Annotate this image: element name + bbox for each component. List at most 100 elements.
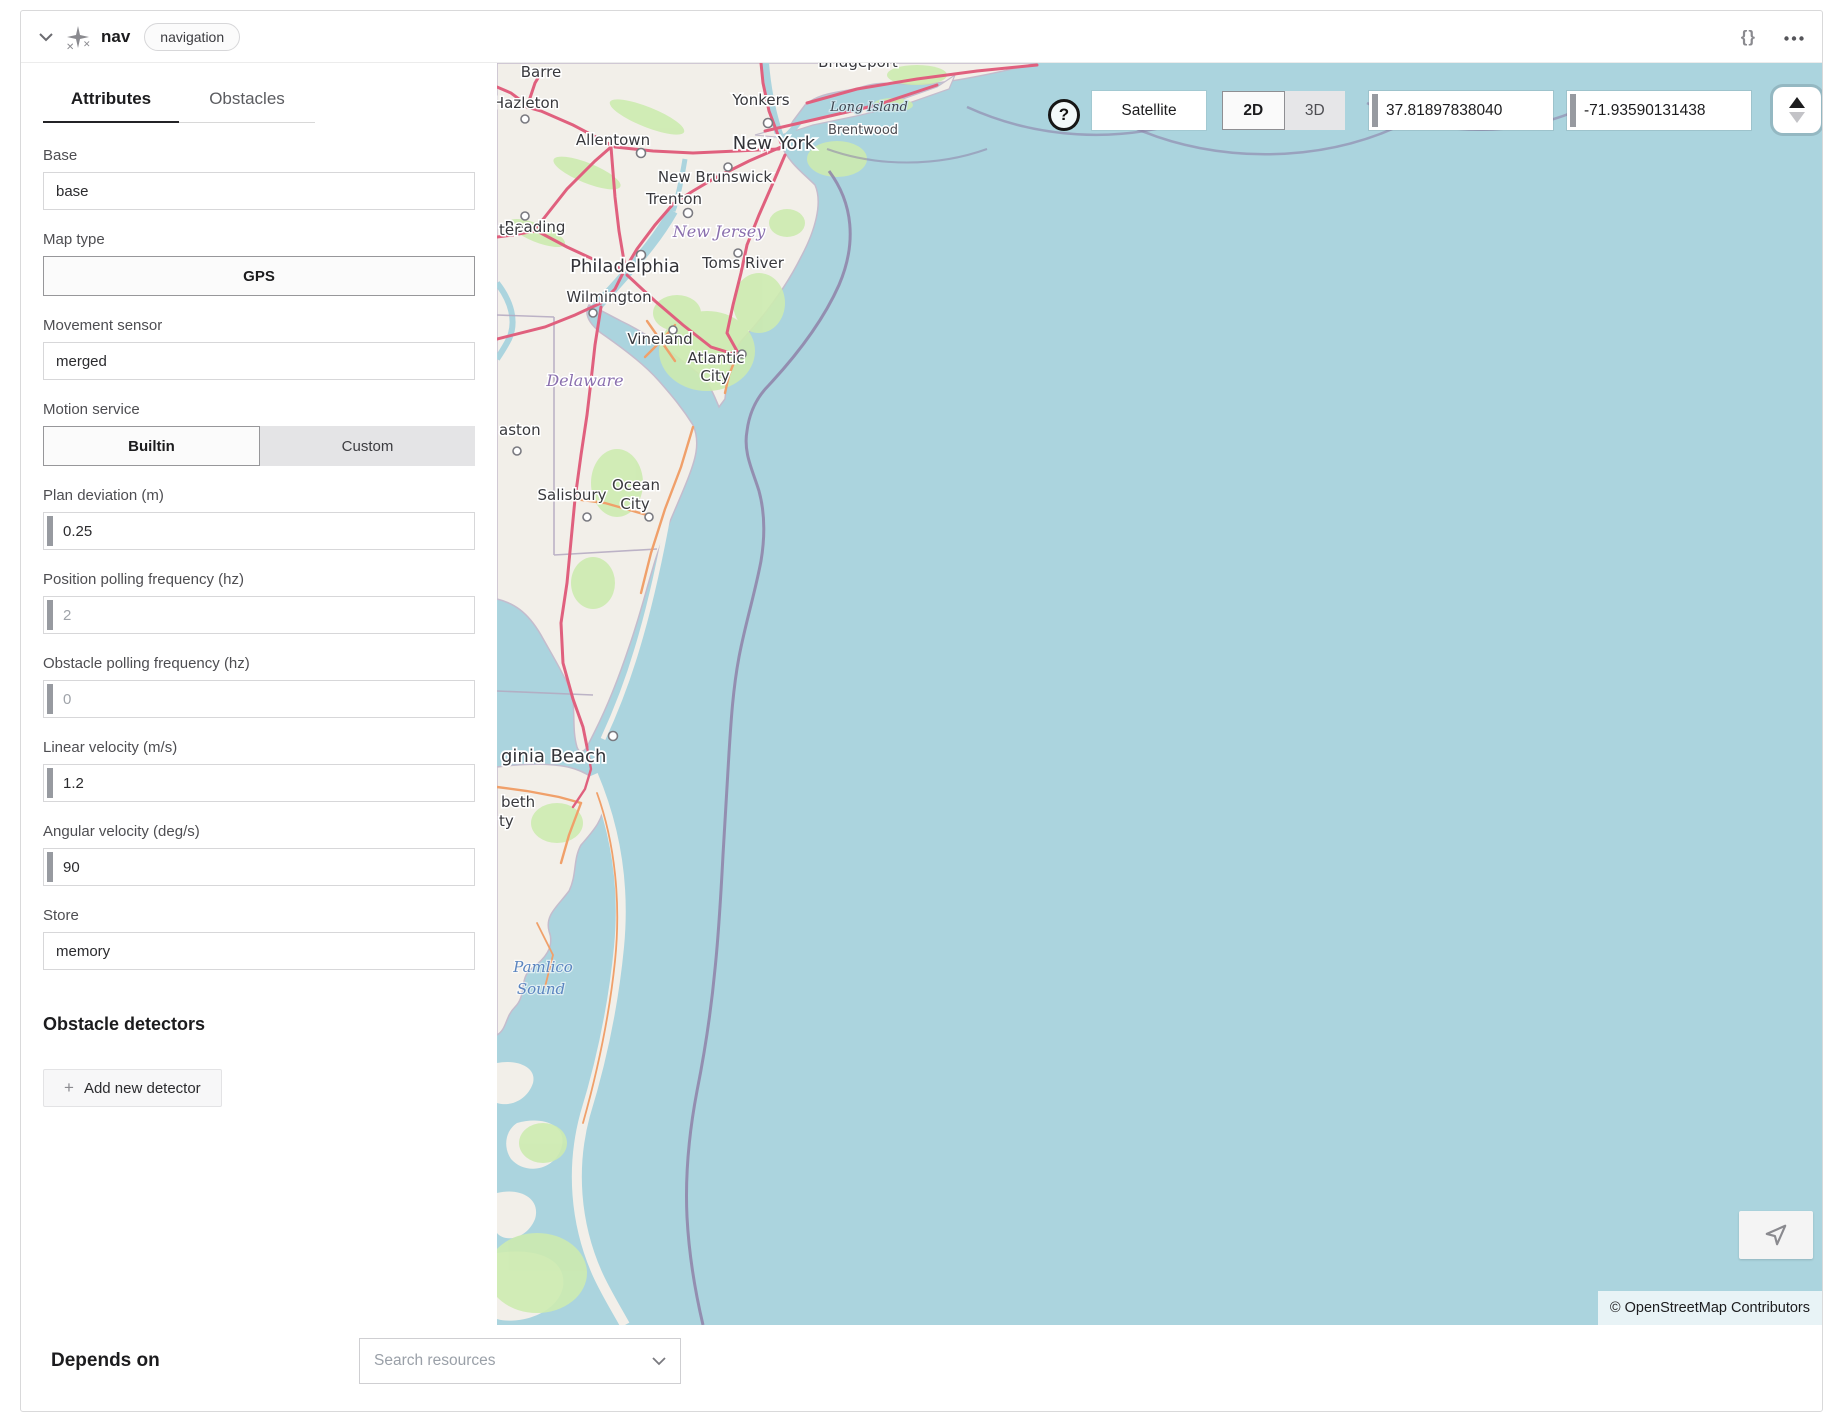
svg-text:ter: ter — [499, 221, 521, 239]
help-icon[interactable]: ? — [1048, 99, 1080, 131]
field-movement-sensor: Movement sensor — [43, 317, 475, 380]
map-canvas[interactable]: Barre Hazleton Allentown Yonkers New Yor… — [497, 63, 1822, 1325]
plan-deviation-label: Plan deviation (m) — [43, 487, 475, 504]
svg-text:Hazleton: Hazleton — [497, 94, 559, 112]
map-dimension-toggle: 2D 3D — [1222, 91, 1345, 130]
svg-text:beth: beth — [501, 793, 535, 811]
add-detector-label: Add new detector — [84, 1080, 201, 1097]
svg-text:Salisbury: Salisbury — [538, 486, 607, 504]
longitude-input[interactable] — [1576, 91, 1751, 130]
store-label: Store — [43, 907, 475, 924]
chevron-down-icon — [652, 1353, 666, 1369]
map-type-label: Map type — [43, 231, 475, 248]
map-type-gps-button[interactable]: GPS — [43, 256, 475, 296]
svg-text:Delaware: Delaware — [545, 371, 623, 390]
obstacle-polling-input[interactable] — [53, 681, 474, 717]
svg-text:Philadelphia: Philadelphia — [570, 256, 680, 277]
tab-attributes[interactable]: Attributes — [43, 79, 179, 123]
depends-on-dropdown[interactable]: Search resources — [359, 1338, 681, 1384]
field-map-type: Map type GPS — [43, 231, 475, 296]
svg-text:New Jersey: New Jersey — [672, 222, 766, 241]
motion-service-segmented: Builtin Custom — [43, 426, 475, 466]
svg-text:✕: ✕ — [83, 39, 91, 49]
more-menu-icon[interactable] — [1784, 28, 1804, 45]
longitude-field — [1567, 91, 1751, 130]
locate-button[interactable] — [1739, 1211, 1813, 1259]
svg-text:ginia Beach: ginia Beach — [501, 746, 606, 767]
svg-text:✕: ✕ — [66, 42, 74, 50]
svg-text:Atlantic: Atlantic — [687, 349, 744, 367]
resource-name: nav — [101, 27, 130, 47]
depends-on-heading: Depends on — [51, 1350, 359, 1372]
field-obstacle-polling: Obstacle polling frequency (hz) — [43, 655, 475, 718]
obstacle-polling-label: Obstacle polling frequency (hz) — [43, 655, 475, 672]
motion-service-custom-option[interactable]: Custom — [260, 426, 475, 466]
movement-sensor-label: Movement sensor — [43, 317, 475, 334]
plus-icon: + — [64, 1078, 74, 1098]
add-detector-button[interactable]: + Add new detector — [43, 1069, 222, 1107]
svg-text:Wilmington: Wilmington — [566, 288, 651, 306]
mode-2d-button[interactable]: 2D — [1222, 91, 1285, 130]
plan-deviation-input[interactable] — [53, 513, 474, 549]
panel-tabs: Attributes Obstacles — [43, 79, 475, 123]
config-panel: Attributes Obstacles Base Map type GPS M… — [21, 63, 497, 1325]
motion-service-builtin-option[interactable]: Builtin — [43, 426, 260, 466]
collapse-chevron-icon[interactable] — [39, 29, 65, 45]
svg-text:Long Island: Long Island — [829, 100, 908, 115]
latitude-input[interactable] — [1378, 91, 1553, 130]
motion-service-label: Motion service — [43, 401, 475, 418]
navigation-service-icon: ✕ ✕ — [65, 24, 91, 50]
store-input[interactable] — [43, 932, 475, 970]
zoom-stepper[interactable] — [1773, 87, 1821, 133]
base-label: Base — [43, 147, 475, 164]
position-polling-input[interactable] — [53, 597, 474, 633]
svg-text:Sound: Sound — [517, 980, 565, 998]
svg-text:Allentown: Allentown — [576, 131, 650, 149]
svg-text:ty: ty — [499, 812, 514, 830]
svg-text:Trenton: Trenton — [645, 190, 702, 208]
field-store: Store — [43, 907, 475, 970]
satellite-toggle-button[interactable]: Satellite — [1092, 91, 1206, 130]
svg-text:Barre: Barre — [521, 63, 561, 81]
svg-text:New Brunswick: New Brunswick — [658, 168, 772, 186]
field-angular-velocity: Angular velocity (deg/s) — [43, 823, 475, 886]
obstacle-detectors-heading: Obstacle detectors — [43, 1014, 475, 1035]
base-input[interactable] — [43, 172, 475, 210]
search-resources-placeholder: Search resources — [374, 1352, 652, 1370]
angular-velocity-label: Angular velocity (deg/s) — [43, 823, 475, 840]
field-plan-deviation: Plan deviation (m) — [43, 487, 475, 550]
field-linear-velocity: Linear velocity (m/s) — [43, 739, 475, 802]
svg-text:City: City — [620, 495, 650, 513]
svg-text:Pamlico: Pamlico — [512, 958, 573, 976]
svg-text:aston: aston — [499, 421, 541, 439]
resource-card: ✕ ✕ nav navigation {} Attributes Obstacl… — [20, 10, 1823, 1412]
json-mode-icon[interactable]: {} — [1741, 27, 1756, 47]
svg-text:Ocean: Ocean — [612, 476, 660, 494]
position-polling-label: Position polling frequency (hz) — [43, 571, 475, 588]
field-base: Base — [43, 147, 475, 210]
stepper-down-icon[interactable] — [1789, 112, 1805, 123]
movement-sensor-input[interactable] — [43, 342, 475, 380]
svg-text:Toms River: Toms River — [701, 254, 785, 272]
stepper-up-icon[interactable] — [1789, 97, 1805, 108]
linear-velocity-label: Linear velocity (m/s) — [43, 739, 475, 756]
linear-velocity-input[interactable] — [53, 765, 474, 801]
resource-type-badge: navigation — [144, 23, 240, 51]
field-motion-service: Motion service Builtin Custom — [43, 401, 475, 466]
tab-obstacles[interactable]: Obstacles — [179, 79, 315, 123]
svg-text:Brentwood: Brentwood — [828, 123, 898, 138]
field-position-polling: Position polling frequency (hz) — [43, 571, 475, 634]
svg-text:Yonkers: Yonkers — [731, 91, 789, 109]
map-graphic: Barre Hazleton Allentown Yonkers New Yor… — [497, 63, 1822, 1325]
svg-text:New York: New York — [733, 133, 816, 154]
depends-on-section: Depends on Search resources — [21, 1325, 1822, 1411]
svg-text:City: City — [700, 367, 730, 385]
svg-text:Bridgeport: Bridgeport — [818, 63, 898, 71]
mode-3d-button[interactable]: 3D — [1285, 91, 1346, 130]
map-attribution: © OpenStreetMap Contributors — [1598, 1291, 1822, 1325]
latitude-field — [1369, 91, 1553, 130]
svg-text:Vineland: Vineland — [627, 330, 692, 348]
angular-velocity-input[interactable] — [53, 849, 474, 885]
send-arrow-icon — [1763, 1222, 1789, 1248]
card-header: ✕ ✕ nav navigation {} — [21, 11, 1822, 63]
